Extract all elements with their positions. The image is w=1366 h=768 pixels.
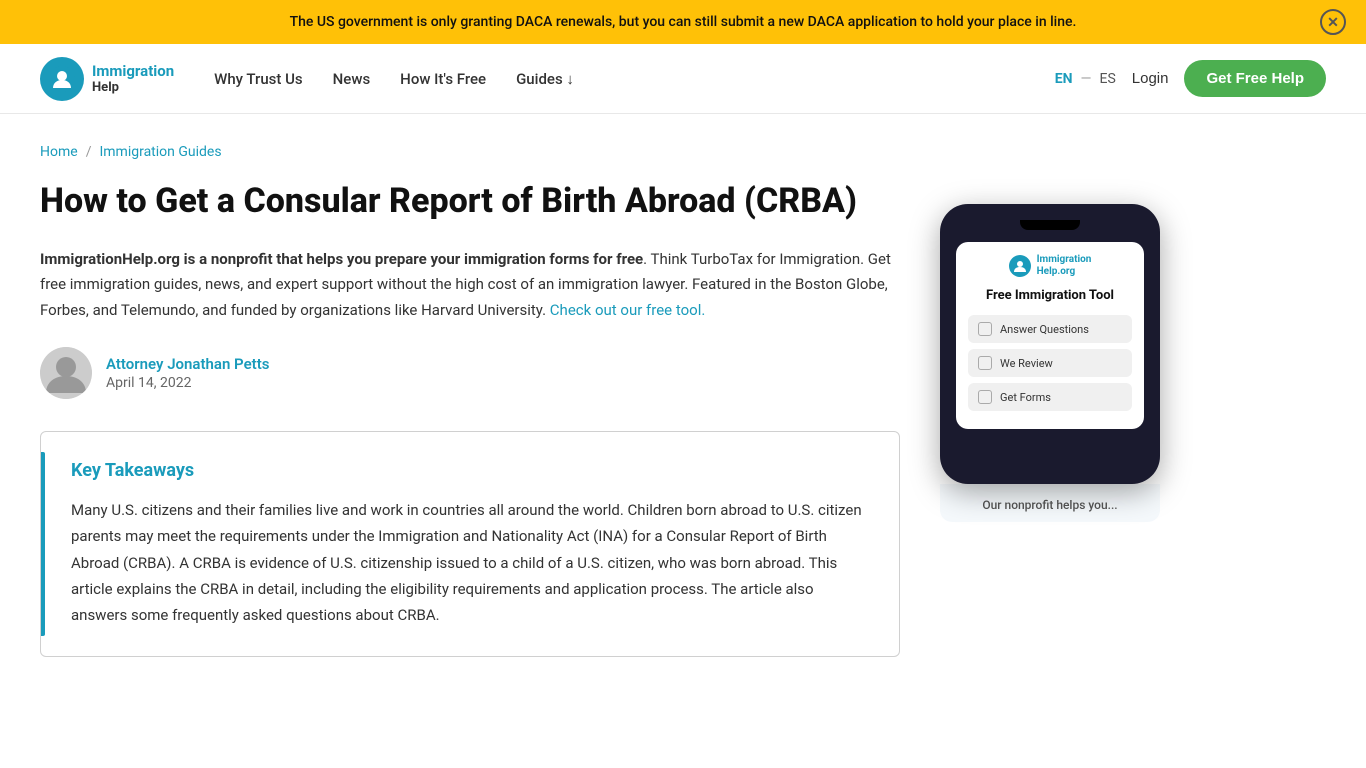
author-avatar (40, 347, 92, 399)
free-tool-link[interactable]: Check out our free tool. (550, 301, 706, 319)
phone-tool-title: Free Immigration Tool (968, 288, 1132, 303)
logo-text: Immigration Help (92, 62, 174, 96)
phone-logo-icon (1009, 255, 1031, 277)
breadcrumb: Home / Immigration Guides (40, 114, 900, 180)
step-3-label: Get Forms (1000, 391, 1051, 404)
get-free-help-button[interactable]: Get Free Help (1184, 60, 1326, 97)
banner-text: The US government is only granting DACA … (290, 14, 1077, 30)
close-banner-button[interactable]: ✕ (1320, 9, 1346, 35)
step-2-checkbox (978, 356, 992, 370)
language-selector: EN — ES (1055, 71, 1116, 87)
key-takeaways-box: Key Takeaways Many U.S. citizens and the… (40, 431, 900, 657)
author-name[interactable]: Attorney Jonathan Petts (106, 355, 269, 373)
phone-screen: Immigration Help.org Free Immigration To… (956, 242, 1144, 429)
intro-bold: ImmigrationHelp.org is a nonprofit that … (40, 250, 643, 268)
header-left: Immigration Help Why Trust Us News How I… (40, 57, 574, 101)
logo-icon (40, 57, 84, 101)
phone-bottom-card: Our nonprofit helps you... (940, 484, 1160, 522)
nav-how-its-free[interactable]: How It's Free (400, 70, 486, 88)
key-takeaways-title: Key Takeaways (71, 460, 869, 481)
nav-guides[interactable]: Guides ↓ (516, 70, 574, 88)
main-content: Home / Immigration Guides How to Get a C… (40, 114, 900, 687)
site-header: Immigration Help Why Trust Us News How I… (0, 44, 1366, 114)
header-right: EN — ES Login Get Free Help (1055, 60, 1326, 97)
phone-step-2: We Review (968, 349, 1132, 377)
announcement-banner: The US government is only granting DACA … (0, 0, 1366, 44)
breadcrumb-separator: / (86, 144, 92, 160)
phone-step-3: Get Forms (968, 383, 1132, 411)
logo-link[interactable]: Immigration Help (40, 57, 174, 101)
login-button[interactable]: Login (1132, 70, 1169, 87)
sidebar-widget: Immigration Help.org Free Immigration To… (940, 204, 1160, 522)
article-intro: ImmigrationHelp.org is a nonprofit that … (40, 247, 900, 324)
step-3-checkbox (978, 390, 992, 404)
breadcrumb-home[interactable]: Home (40, 144, 78, 160)
bottom-card-text: Our nonprofit helps you... (956, 498, 1144, 512)
article-title: How to Get a Consular Report of Birth Ab… (40, 180, 900, 223)
step-1-label: Answer Questions (1000, 323, 1089, 336)
step-2-label: We Review (1000, 357, 1053, 370)
lang-en-button[interactable]: EN (1055, 71, 1073, 87)
author-date: April 14, 2022 (106, 375, 269, 391)
step-1-checkbox (978, 322, 992, 336)
page-wrapper: Home / Immigration Guides How to Get a C… (0, 114, 1366, 687)
lang-dash: — (1081, 71, 1092, 87)
author-info: Attorney Jonathan Petts April 14, 2022 (106, 355, 269, 391)
phone-notch (1020, 220, 1080, 230)
author-section: Attorney Jonathan Petts April 14, 2022 (40, 347, 900, 399)
phone-logo-text: Immigration Help.org (1037, 254, 1092, 278)
content-layout: Home / Immigration Guides How to Get a C… (40, 114, 1326, 687)
lang-es-button[interactable]: ES (1099, 71, 1115, 87)
phone-step-1: Answer Questions (968, 315, 1132, 343)
phone-mockup: Immigration Help.org Free Immigration To… (940, 204, 1160, 484)
breadcrumb-current[interactable]: Immigration Guides (99, 144, 221, 160)
key-takeaways-text: Many U.S. citizens and their families li… (71, 497, 869, 628)
nav-why-trust-us[interactable]: Why Trust Us (214, 70, 303, 88)
main-nav: Why Trust Us News How It's Free Guides ↓ (214, 70, 574, 88)
phone-logo-row: Immigration Help.org (968, 254, 1132, 278)
nav-news[interactable]: News (333, 70, 371, 88)
